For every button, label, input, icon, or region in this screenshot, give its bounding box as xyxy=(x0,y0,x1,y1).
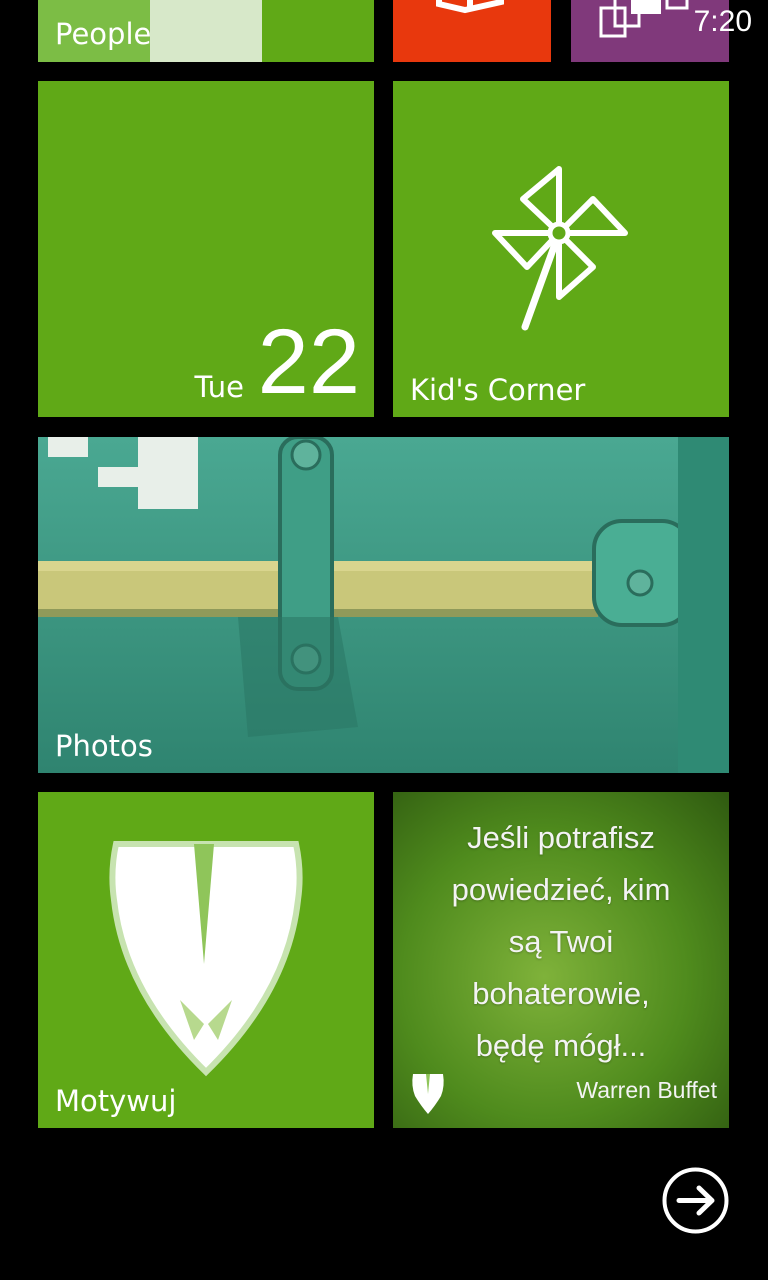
quote-tile[interactable]: Jeśli potrafisz powiedzieć, kim są Twoi … xyxy=(393,792,729,1128)
people-tile[interactable]: People xyxy=(38,0,374,62)
status-clock: 7:20 xyxy=(693,5,752,38)
calendar-tile[interactable]: Tue 22 xyxy=(38,81,374,417)
shield-m-icon xyxy=(109,841,303,1077)
photos-image xyxy=(38,437,729,773)
quote-author: Warren Buffet xyxy=(576,1077,717,1103)
quote-line: powiedzieć, kim xyxy=(451,872,671,907)
kids-corner-label: Kid's Corner xyxy=(410,373,586,407)
office-icon xyxy=(436,0,504,14)
motywuj-label: Motywuj xyxy=(55,1084,177,1118)
photos-label: Photos xyxy=(55,729,153,763)
quote-line: są Twoi xyxy=(508,924,614,959)
quote-line: bohaterowie, xyxy=(472,976,650,1011)
office-tile[interactable] xyxy=(393,0,551,62)
photos-tile[interactable]: Photos xyxy=(38,437,729,773)
calendar-day: Tue xyxy=(194,370,244,404)
arrow-right-circle-icon xyxy=(662,1167,729,1234)
quote-text: Jeśli potrafisz powiedzieć, kim są Twoi … xyxy=(393,812,729,1072)
pinwheel-icon xyxy=(492,166,628,331)
people-label: People xyxy=(55,17,152,51)
kids-corner-tile[interactable]: Kid's Corner xyxy=(393,81,729,417)
quote-line: będę mógł... xyxy=(475,1028,647,1063)
people-photo xyxy=(150,0,262,62)
calendar-date: 22 xyxy=(257,311,360,413)
motywuj-tile[interactable]: Motywuj xyxy=(38,792,374,1128)
quote-line: Jeśli potrafisz xyxy=(467,820,655,855)
all-apps-button[interactable] xyxy=(661,1166,730,1235)
motywuj-mini-logo-icon xyxy=(412,1074,444,1114)
